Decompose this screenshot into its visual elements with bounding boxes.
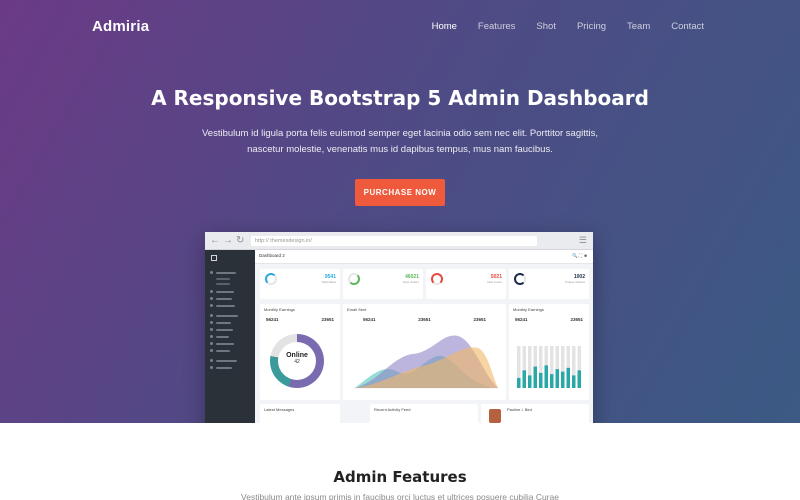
preview-topbar: Dashboard 2 🔍 ⛶ ☻ (255, 250, 593, 264)
address-bar: http:// themesdesign.in/ (251, 236, 537, 246)
sidebar-line (216, 290, 234, 293)
messages-card: Latest Messages (260, 404, 340, 423)
card-title: Latest Messages (264, 407, 295, 412)
area-chart (353, 335, 498, 389)
nav-pricing[interactable]: Pricing (577, 21, 606, 32)
hero-title: A Responsive Bootstrap 5 Admin Dashboard (151, 86, 649, 110)
nav-home[interactable]: Home (432, 21, 457, 32)
bar (550, 374, 554, 388)
hero-section: Admiria Home Features Shot Pricing Team … (0, 0, 800, 423)
dashboard-preview: ← → ↻ http:// themesdesign.in/ ☰ Dashboa… (205, 232, 593, 423)
profile-name: Pauline I. Bird (507, 407, 532, 412)
sidebar-line (216, 349, 230, 352)
sidebar-line (216, 359, 237, 362)
donut-center: Online 42 (278, 342, 316, 380)
nav-team[interactable]: Team (627, 21, 650, 32)
nav-features[interactable]: Features (478, 21, 516, 32)
sidebar-dot (210, 321, 213, 324)
stat-value: 23651 (321, 317, 334, 322)
card-title: Recent Activity Feed (374, 407, 411, 412)
bar (566, 367, 570, 388)
sidebar-dot (210, 271, 213, 274)
preview-page-title: Dashboard 2 (259, 253, 285, 258)
sidebar-dot (210, 304, 213, 307)
kpi-ring (348, 273, 360, 285)
features-title: Admin Features (333, 468, 467, 486)
nav-shot[interactable]: Shot (536, 21, 556, 32)
kpi-label: Total Sales (321, 280, 336, 284)
kpi-card: 5021 New Users (426, 269, 506, 299)
earnings-card: Monthly Earnings 56241 23651 Online 42 (260, 304, 340, 400)
donut-value: 42 (294, 359, 300, 365)
sidebar-line (216, 328, 233, 331)
sidebar-dot (210, 335, 213, 338)
sidebar-line (216, 314, 238, 317)
avatar (489, 409, 501, 423)
bar (522, 370, 526, 388)
kpi-card: 46021 New Orders (343, 269, 423, 299)
card-title: Monthly Earnings (264, 307, 295, 312)
main-nav: Home Features Shot Pricing Team Contact (411, 21, 704, 32)
sidebar-logo-icon (211, 255, 217, 261)
purchase-button[interactable]: PURCHASE NOW (355, 179, 445, 206)
sidebar-dot (210, 342, 213, 345)
sidebar-line (216, 283, 230, 285)
kpi-ring (431, 273, 443, 285)
kpi-ring (514, 273, 526, 285)
sidebar-dot (210, 349, 213, 352)
bar (572, 375, 576, 388)
bar (533, 366, 537, 388)
bar-chart (517, 346, 581, 388)
preview-sidebar (205, 250, 255, 423)
sidebar-line (216, 366, 232, 369)
sidebar-dot (210, 297, 213, 300)
bar (528, 375, 532, 388)
bar (555, 369, 559, 388)
sidebar-dot (210, 366, 213, 369)
menu-icon: ☰ (578, 235, 587, 245)
nav-contact[interactable]: Contact (671, 21, 704, 32)
sidebar-line (216, 342, 234, 345)
reload-icon: ↻ (236, 235, 245, 246)
hero-subtitle: Vestibulum id ligula porta felis euismod… (201, 128, 599, 155)
sidebar-line (216, 304, 235, 307)
stat-row: 56241 23651 (266, 317, 334, 322)
kpi-card: 1002 Unique Visitors (509, 269, 589, 299)
sidebar-line (216, 271, 236, 274)
navbar: Admiria Home Features Shot Pricing Team … (0, 0, 800, 54)
features-subtitle: Vestibulum ante ipsum primis in faucibus… (241, 492, 559, 500)
earnings-bar-card: Monthly Earnings 56241 23651 (509, 304, 589, 400)
kpi-ring (265, 273, 277, 285)
kpi-label: Unique Visitors (564, 280, 585, 284)
sidebar-line (216, 335, 229, 338)
bar (577, 370, 581, 388)
features-section: Admin Features Vestibulum ante ipsum pri… (0, 423, 800, 500)
browser-toolbar: ← → ↻ http:// themesdesign.in/ ☰ (205, 232, 593, 250)
back-icon: ← (210, 235, 220, 246)
bar (544, 365, 548, 388)
email-sent-card: Email Sent 56241 23651 23651 (343, 304, 506, 400)
kpi-card: 9541 Total Sales (260, 269, 340, 299)
sidebar-dot (210, 328, 213, 331)
bar (539, 372, 543, 388)
brand-logo[interactable]: Admiria (92, 18, 149, 35)
kpi-label: New Users (487, 280, 502, 284)
sidebar-line (216, 321, 231, 324)
sidebar-line (216, 278, 230, 280)
sidebar-dot (210, 359, 213, 362)
bar (517, 377, 521, 388)
sidebar-dot (210, 314, 213, 317)
profile-card: Pauline I. Bird (481, 404, 589, 423)
forward-icon: → (223, 235, 233, 246)
kpi-label: New Orders (402, 280, 419, 284)
bar (561, 371, 565, 388)
sidebar-line (216, 297, 232, 300)
donut-label: Online (286, 352, 308, 359)
online-donut-chart: Online 42 (270, 334, 324, 388)
stat-value: 56241 (266, 317, 279, 322)
sidebar-dot (210, 290, 213, 293)
activity-card: Recent Activity Feed (370, 404, 478, 423)
topbar-icons: 🔍 ⛶ ☻ (572, 253, 588, 258)
bar-group (517, 346, 581, 388)
